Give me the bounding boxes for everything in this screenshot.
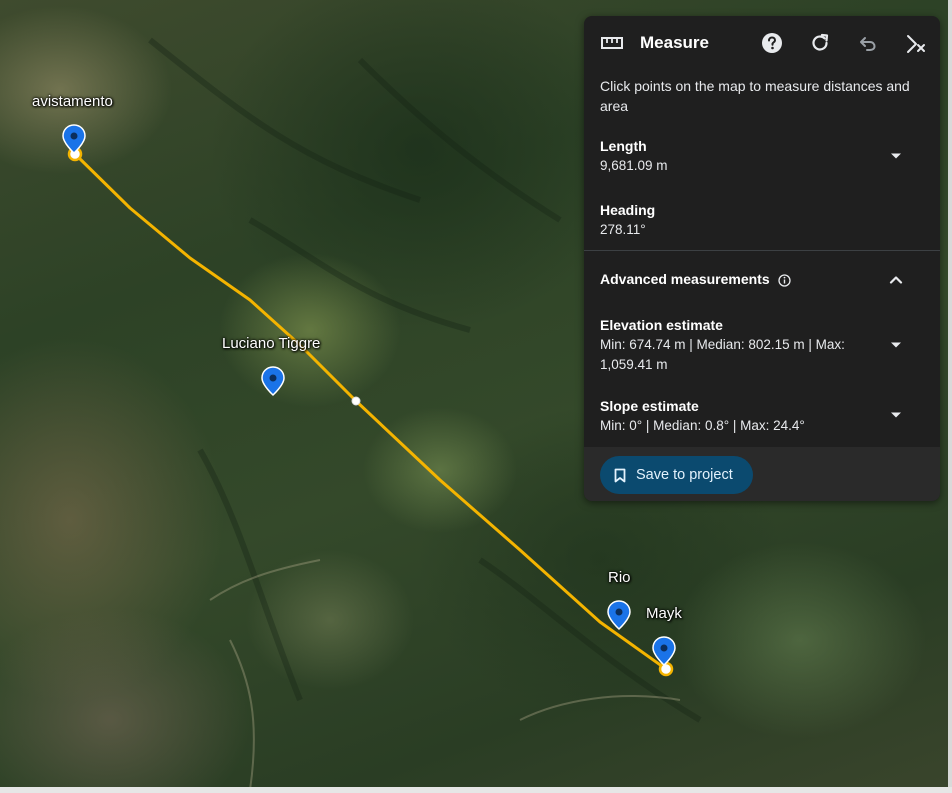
undo-icon[interactable] <box>856 31 880 55</box>
close-measure-icon[interactable] <box>904 31 928 55</box>
measure-panel: Measure Click points on the map to measu… <box>584 16 940 501</box>
panel-description: Click points on the map to measure dista… <box>600 78 910 114</box>
window-edge <box>948 0 952 793</box>
slope-value: Min: 0° | Median: 0.8° | Max: 24.4° <box>600 418 805 433</box>
length-value: 9,681.09 m <box>600 158 668 173</box>
save-to-project-button[interactable]: Save to project <box>600 456 753 494</box>
heading-value: 278.11° <box>600 222 646 237</box>
placemark-label-rio[interactable]: Rio <box>608 569 631 586</box>
refresh-icon[interactable] <box>808 31 832 55</box>
divider <box>584 250 940 251</box>
elevation-value: Min: 674.74 m | Median: 802.15 m | Max: … <box>600 337 845 372</box>
placemark-pin-icon[interactable] <box>62 124 86 154</box>
measure-path-line[interactable] <box>73 152 667 671</box>
heading-label: Heading <box>600 202 656 218</box>
roads <box>209 559 681 791</box>
ruler-icon <box>600 31 624 55</box>
save-to-project-label: Save to project <box>636 467 733 483</box>
advanced-measurements-label: Advanced measurements <box>600 271 770 287</box>
placemark-label-avistamento[interactable]: avistamento <box>32 93 113 110</box>
panel-header: Measure <box>584 16 940 70</box>
length-label: Length <box>600 138 647 154</box>
advanced-collapse-chevron-up-icon[interactable] <box>886 269 906 289</box>
slope-expand-chevron-down-icon[interactable] <box>886 405 906 425</box>
help-icon[interactable] <box>760 31 784 55</box>
elevation-label: Elevation estimate <box>600 317 723 333</box>
bookmark-icon <box>614 468 626 483</box>
placemark-pin-icon[interactable] <box>261 366 285 396</box>
advanced-measurements-toggle[interactable]: Advanced measurements <box>600 271 791 287</box>
window-bottom-edge <box>0 787 952 793</box>
info-icon[interactable] <box>777 274 791 287</box>
elevation-expand-chevron-down-icon[interactable] <box>886 335 906 355</box>
placemark-label-luciano[interactable]: Luciano Tiggre <box>222 335 320 352</box>
measure-midpoint[interactable] <box>351 396 361 406</box>
length-expand-chevron-down-icon[interactable] <box>886 146 906 166</box>
placemark-label-mayk[interactable]: Mayk <box>646 605 682 622</box>
placemark-pin-icon[interactable] <box>607 600 631 630</box>
panel-title: Measure <box>640 33 709 52</box>
slope-label: Slope estimate <box>600 398 699 414</box>
placemark-pin-icon[interactable] <box>652 636 676 666</box>
